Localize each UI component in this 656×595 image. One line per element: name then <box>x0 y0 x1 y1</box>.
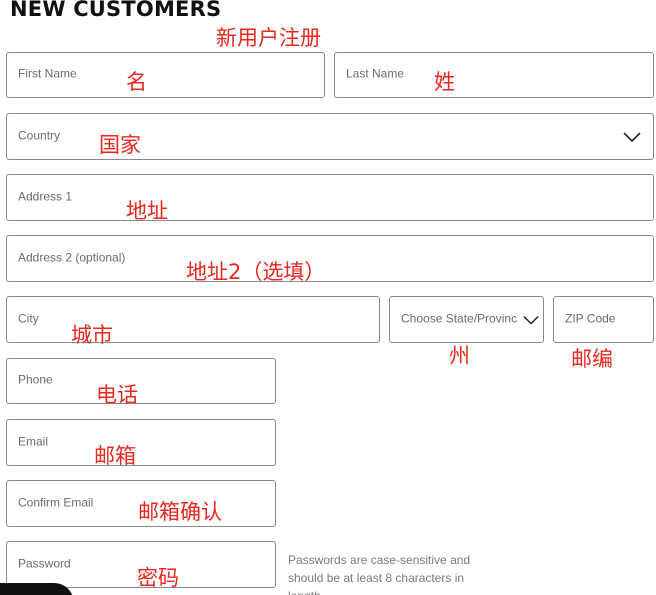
annotation-city: 城市 <box>71 323 113 347</box>
state-select[interactable]: Choose State/Province <box>389 296 544 343</box>
annotation-password: 密码 <box>137 566 179 590</box>
password-hint: Passwords are case-sensitive and should … <box>288 553 471 595</box>
annotation-last-name: 姓 <box>434 70 455 94</box>
annotation-country: 国家 <box>99 133 141 157</box>
last-name-input[interactable]: Last Name <box>334 52 654 98</box>
annotation-confirm-email: 邮箱确认 <box>138 500 222 524</box>
state-placeholder: Choose State/Province <box>401 311 517 326</box>
floating-button-edge[interactable] <box>0 583 74 595</box>
email-input[interactable]: Email <box>6 419 276 466</box>
annotation-first-name: 名 <box>126 70 147 94</box>
address2-placeholder: Address 2 (optional) <box>18 250 126 265</box>
city-input[interactable]: City <box>6 296 380 343</box>
annotation-email: 邮箱 <box>94 444 136 468</box>
registration-page: NEW CUSTOMERS 新用户注册 First Name 名 Last Na… <box>0 0 656 595</box>
email-placeholder: Email <box>18 434 49 449</box>
address1-placeholder: Address 1 <box>18 189 73 204</box>
annotation-zip: 邮编 <box>571 347 613 371</box>
annotation-address1: 地址 <box>126 199 168 223</box>
zip-input[interactable]: ZIP Code <box>553 296 654 343</box>
last-name-placeholder: Last Name <box>346 66 405 81</box>
zip-placeholder: ZIP Code <box>565 311 616 326</box>
form-heading: NEW CUSTOMERS <box>10 0 222 21</box>
annotation-state: 州 <box>449 344 470 368</box>
first-name-placeholder: First Name <box>18 66 77 81</box>
address2-input[interactable]: Address 2 (optional) <box>6 235 654 282</box>
chevron-down-icon <box>623 131 641 142</box>
city-placeholder: City <box>18 311 39 326</box>
chevron-down-icon <box>523 315 539 325</box>
confirm-email-placeholder: Confirm Email <box>18 495 94 510</box>
address1-input[interactable]: Address 1 <box>6 174 654 221</box>
first-name-input[interactable]: First Name <box>6 52 325 98</box>
annotation-address2: 地址2（选填） <box>186 260 326 284</box>
password-placeholder: Password <box>18 556 71 571</box>
annotation-phone: 电话 <box>96 383 138 407</box>
phone-input[interactable]: Phone <box>6 358 276 404</box>
phone-placeholder: Phone <box>18 372 53 387</box>
annotation-title: 新用户注册 <box>216 26 321 50</box>
